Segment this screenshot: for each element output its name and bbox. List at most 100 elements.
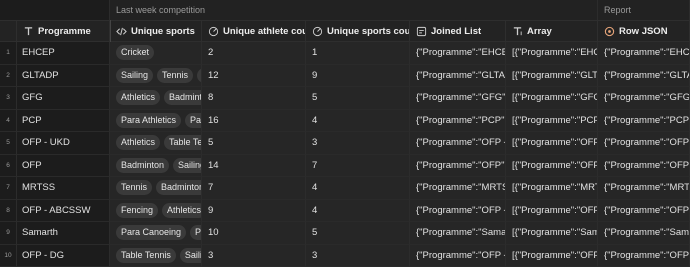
unique-sports-cell[interactable]: BadmintonSailing [110,154,202,177]
unique-sports-cell[interactable]: AthleticsTable Ten [110,132,202,155]
row-json-cell[interactable]: {"Programme":"Samart [598,222,690,245]
programme-cell[interactable]: GLTADP [17,64,110,87]
array-cell[interactable]: [{"Programme":"OFP"," [506,154,598,177]
joined-list-cell[interactable]: {"Programme":"MRTSS [410,177,506,200]
unique-sports-cell[interactable]: Para AthleticsPara [110,109,202,132]
unique-sports-count-cell[interactable]: 4 [306,109,410,132]
array-cell[interactable]: [{"Programme":"PCP"," [506,109,598,132]
programme-cell[interactable]: OFP [17,154,110,177]
row-json-cell[interactable]: {"Programme":"PCP"," [598,109,690,132]
row-json-cell[interactable]: {"Programme":"OFP - A [598,199,690,222]
joined-list-cell[interactable]: {"Programme":"OFP","A [410,154,506,177]
row-json-cell[interactable]: {"Programme":"MRTSS" [598,177,690,200]
programme-cell[interactable]: Samarth [17,222,110,245]
unique-sports-cell[interactable]: Table TennisSailing [110,244,202,267]
unique-athlete-count-cell[interactable]: 8 [202,87,306,110]
unique-sports-cell[interactable]: Para CanoeingPara [110,222,202,245]
unique-athlete-count-cell[interactable]: 10 [202,222,306,245]
array-cell[interactable]: [{"Programme":"OFP - U [506,132,598,155]
table-row[interactable]: 8 OFP - ABCSSW Fencing Athletics 9 4 {"Program… [0,199,690,222]
unique-athlete-count-cell[interactable]: 14 [202,154,306,177]
unique-athlete-count-cell[interactable]: 2 [202,42,306,65]
header-unique-sports-count-label: Unique sports count [327,25,410,37]
joined-list-cell[interactable]: {"Programme":"GLTADP" [410,64,506,87]
table-row[interactable]: 9SamarthPara CanoeingPara105{"Programme"… [0,222,690,245]
header-programme[interactable]: Programme [17,20,110,42]
row-number: 8 [0,199,17,222]
array-cell[interactable]: [{"Programme":"EHCEP" [506,42,598,65]
programme-cell[interactable]: OFP - DG [17,244,110,267]
unique-sports-count-cell[interactable]: 7 [306,154,410,177]
joined-list-cell[interactable]: {"Programme":"OFP - D [410,244,506,267]
unique-sports-count-cell[interactable]: 5 [306,87,410,110]
row-number: 1 [0,42,17,65]
array-cell[interactable]: [{"Programme":"GLTAD [506,64,598,87]
unique-athlete-count-cell[interactable]: 16 [202,109,306,132]
unique-sports-count-cell[interactable]: 5 [306,222,410,245]
programme-cell[interactable]: OFP - ABCSSW [17,199,110,222]
group-report[interactable]: Report [598,0,690,20]
programme-cell[interactable]: OFP - UKD [17,132,110,155]
joined-list-cell[interactable]: {"Programme":"GFG"," [410,87,506,110]
table-row[interactable]: 5OFP - UKDAthleticsTable Ten53{"Programm… [0,132,690,155]
unique-sports-cell[interactable]: Cricket [110,42,202,65]
joined-list-cell[interactable]: {"Programme":"OFP - U [410,132,506,155]
unique-sports-count-cell[interactable]: 1 [306,42,410,65]
group-last-week-competition[interactable]: Last week competition [110,0,598,20]
unique-sports-count-cell[interactable]: 3 [306,132,410,155]
header-unique-athlete-count[interactable]: Unique athlete count [202,20,306,42]
array-cell[interactable]: [{"Programme":"OFP - A [506,199,598,222]
row-number: 6 [0,154,17,177]
row-json-cell[interactable]: {"Programme":"OFP - D [598,244,690,267]
row-json-cell[interactable]: {"Programme":"GLTADP [598,64,690,87]
programme-cell[interactable]: PCP [17,109,110,132]
formula-icon [208,26,219,37]
programme-cell[interactable]: EHCEP [17,42,110,65]
table-row[interactable]: 7 MRTSS Tennis Badminton 7 4 {"Programme":"MRT… [0,177,690,200]
sport-tag: Para Athletics [116,112,182,128]
row-json-cell[interactable]: {"Programme":"EHCEP" [598,42,690,65]
programme-cell[interactable]: MRTSS [17,177,110,200]
array-cell[interactable]: [{"Programme":"MRTSS [506,177,598,200]
joined-list-cell[interactable]: {"Programme":"OFP - A [410,199,506,222]
joined-list-cell[interactable]: {"Programme":"EHCEP" [410,42,506,65]
array-cell[interactable]: [{"Programme":"GFG"," [506,87,598,110]
joined-list-cell[interactable]: {"Programme":"Samart [410,222,506,245]
unique-sports-cell[interactable]: SailingTennisFe [110,64,202,87]
table-row[interactable]: 10OFP - DGTable TennisSailing33{"Program… [0,244,690,267]
sport-tag: Badminton [164,90,201,106]
header-row-json[interactable]: Row JSON [598,20,690,42]
header-array[interactable]: Array [506,20,598,42]
sport-tag: Table Ten [164,135,201,151]
unique-sports-count-cell[interactable]: 3 [306,244,410,267]
unique-sports-cell[interactable]: AthleticsBadminton [110,87,202,110]
joined-list-cell[interactable]: {"Programme":"PCP"," [410,109,506,132]
unique-athlete-count-cell[interactable]: 12 [202,64,306,87]
unique-sports-cell[interactable]: Fencing Athletics [110,199,202,222]
unique-athlete-count-cell[interactable]: 7 [202,177,306,200]
programme-cell[interactable]: GFG [17,87,110,110]
row-json-cell[interactable]: {"Programme":"OFP - U [598,132,690,155]
header-unique-sports-count[interactable]: Unique sports count [306,20,410,42]
table-row[interactable]: 2GLTADPSailingTennisFe129{"Programme":"G… [0,64,690,87]
table-row[interactable]: 3GFGAthleticsBadminton85{"Programme":"GF… [0,87,690,110]
unique-sports-count-cell[interactable]: 9 [306,64,410,87]
table-row[interactable]: 1EHCEPCricket21{"Programme":"EHCEP"[{"Pr… [0,42,690,65]
unique-athlete-count-cell[interactable]: 3 [202,244,306,267]
unique-sports-count-cell[interactable]: 4 [306,199,410,222]
header-row-json-label: Row JSON [619,25,668,37]
array-cell[interactable]: [{"Programme":"OFP - D [506,244,598,267]
unique-sports-cell[interactable]: Tennis Badminton [110,177,202,200]
row-json-cell[interactable]: {"Programme":"OFP"," [598,154,690,177]
table-row[interactable]: 6OFPBadmintonSailing147{"Programme":"OFP… [0,154,690,177]
sport-tag: Badminton [156,180,201,196]
unique-athlete-count-cell[interactable]: 5 [202,132,306,155]
row-json-cell[interactable]: {"Programme":"GFG"," [598,87,690,110]
header-joined-list[interactable]: Joined List [410,20,506,42]
unique-sports-count-cell[interactable]: 4 [306,177,410,200]
array-cell[interactable]: [{"Programme":"Samar [506,222,598,245]
sport-tag: Athletics [116,90,161,106]
unique-athlete-count-cell[interactable]: 9 [202,199,306,222]
table-row[interactable]: 4PCPPara AthleticsPara164{"Programme":"P… [0,109,690,132]
header-unique-sports[interactable]: Unique sports [110,20,202,42]
